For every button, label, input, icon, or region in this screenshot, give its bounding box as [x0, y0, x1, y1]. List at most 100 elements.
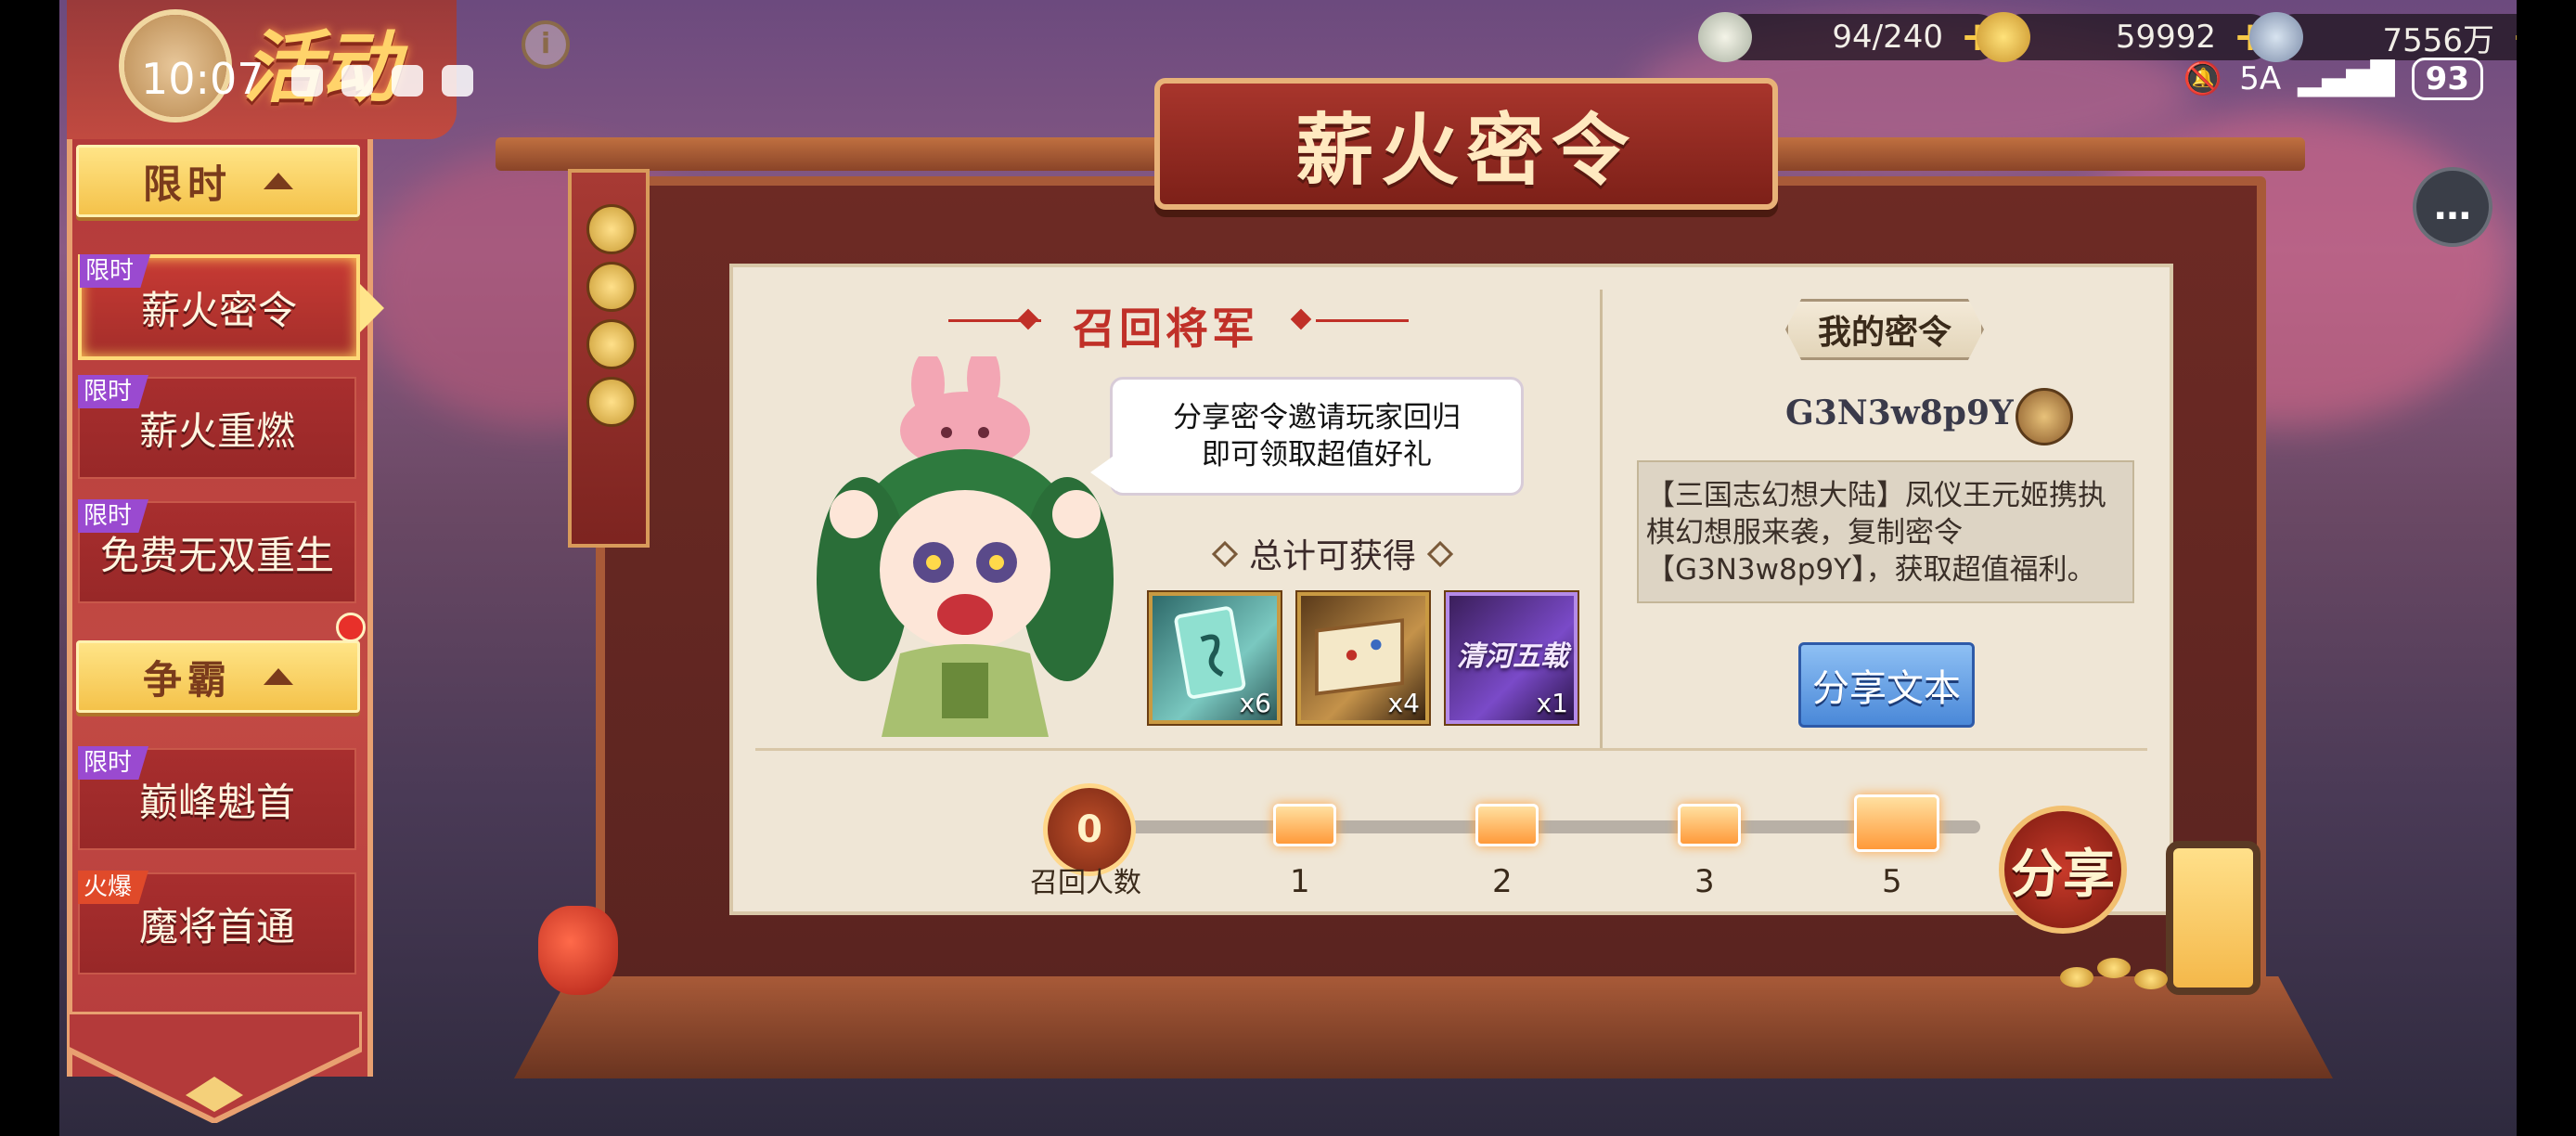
bubble-tail	[1090, 454, 1116, 491]
my-code-title: 我的密令	[1785, 299, 1984, 360]
group-header-contest[interactable]: 争霸	[76, 640, 360, 713]
total-label-text: 总计可获得	[1249, 537, 1417, 575]
skin-badge-label: 清河五载	[1457, 640, 1568, 673]
group-header-limited[interactable]: 限时	[76, 145, 360, 217]
mute-icon: 🔕	[2183, 60, 2223, 97]
title-ornament	[1017, 308, 1039, 330]
coins-decoration	[2060, 956, 2171, 993]
hot-tag: 火爆	[78, 871, 149, 904]
recall-title: 召回将军	[1073, 303, 1258, 354]
status-notification-icons	[291, 65, 473, 97]
gold-ingot-icon	[1977, 12, 2030, 62]
info-icon[interactable]: i	[522, 20, 570, 69]
chat-icon[interactable]: …	[2413, 167, 2492, 247]
sidebar-item-label: 巅峰魁首	[138, 779, 295, 825]
gold-value: 59992	[2115, 19, 2216, 56]
limited-tag: 限时	[78, 499, 149, 533]
diamond-ornament-icon	[1426, 540, 1454, 568]
milestone-number: 3	[1694, 863, 1715, 900]
activity-sidebar: 活动 i 限时 限时 薪火密令 限时 薪火重燃 限时 免费无双重生 争霸 限时 …	[67, 0, 570, 1136]
reward-item-skin-badge[interactable]: 清河五载 x1	[1446, 592, 1578, 724]
reward-count: x1	[1536, 688, 1568, 718]
milestone-number: 1	[1290, 863, 1310, 900]
sidebar-item-xinhuo-miling[interactable]: 限时 薪火密令	[78, 254, 384, 360]
panel-divider	[755, 748, 2147, 751]
bubble-line-1: 分享密令邀请玩家回归	[1173, 401, 1461, 434]
sidebar-item-label: 魔将首通	[138, 903, 295, 949]
app-notification-icon	[442, 65, 473, 97]
limited-tag: 限时	[80, 254, 151, 288]
chest-icon	[1854, 794, 1939, 852]
limited-tag: 限时	[78, 746, 149, 780]
currency-copper[interactable]: 7556万 +	[2249, 11, 2517, 63]
limited-tag: 限时	[78, 375, 149, 408]
title-ornament	[1316, 319, 1409, 322]
reward-count: x4	[1387, 688, 1420, 718]
milestone-chest-3[interactable]	[1678, 794, 1741, 850]
coin-icon	[586, 319, 637, 369]
title-ornament	[1290, 308, 1312, 330]
reward-count: x6	[1239, 688, 1271, 718]
reward-item-jade-card[interactable]: x6	[1149, 592, 1281, 724]
stamina-value: 94/240	[1832, 19, 1943, 56]
sidebar-item-peak-champion[interactable]: 限时 巅峰魁首	[78, 746, 356, 850]
share-text-box: 【三国志幻想大陆】凤仪王元姬携执棋幻想服来袭，复制密令【G3N3w8p9Y】，获…	[1637, 460, 2134, 603]
milestone-chest-5[interactable]	[1854, 794, 1939, 852]
milestone-number: 5	[1882, 863, 1902, 900]
sidebar-title: 活动	[243, 6, 399, 118]
share-button[interactable]: 分享	[1999, 806, 2127, 934]
group-label: 争霸	[142, 656, 232, 703]
status-right-icons: 🔕 5A ▂▄▆█ 93	[2183, 58, 2483, 100]
milestone-chest-1[interactable]	[1273, 794, 1336, 850]
signal-icon: ▂▄▆█	[2298, 60, 2395, 97]
panel-divider	[1600, 290, 1603, 750]
coin-icon	[586, 204, 637, 254]
diamond-ornament-icon	[1211, 540, 1239, 568]
recall-progress-track	[1099, 820, 1980, 833]
board-title: 薪火密令	[1294, 103, 1637, 196]
copper-coin-icon	[2249, 12, 2303, 62]
milestone-chest-2[interactable]	[1475, 794, 1539, 850]
secret-code: G3N3w8p9Y	[1785, 394, 2014, 432]
coin-icon	[586, 377, 637, 427]
coin-icon	[586, 262, 637, 312]
game-screen: 94/240 + 59992 + 7556万 + 活动 i 限时 限时	[59, 0, 2517, 1136]
sidebar-item-label: 薪火重燃	[138, 407, 295, 454]
sidebar-item-xinhuo-chongran[interactable]: 限时 薪火重燃	[78, 375, 356, 479]
add-copper-icon[interactable]: +	[2511, 17, 2517, 58]
notification-dot	[336, 613, 366, 642]
speech-bubble: 分享密令邀请玩家回归 即可领取超值好礼	[1090, 377, 1524, 496]
network-label: 5A	[2239, 60, 2282, 97]
bubble-line-2: 即可领取超值好礼	[1202, 438, 1432, 471]
share-text-button[interactable]: 分享文本	[1798, 642, 1975, 728]
group-label: 限时	[142, 161, 232, 207]
sidebar-item-free-rebirth[interactable]: 限时 免费无双重生	[78, 499, 356, 603]
stamina-icon	[1698, 12, 1752, 62]
lantern-decoration	[2166, 841, 2260, 995]
chest-icon	[1678, 804, 1741, 846]
total-rewards-label: 总计可获得	[1201, 529, 1464, 577]
status-time: 10:07	[141, 54, 264, 104]
currency-gold[interactable]: 59992 +	[1977, 11, 2273, 63]
currency-stamina[interactable]: 94/240 +	[1698, 11, 2001, 63]
reward-item-scroll-map[interactable]: x4	[1297, 592, 1429, 724]
milestone-number: 2	[1492, 863, 1513, 900]
hanging-scroll	[568, 169, 650, 548]
chevron-up-icon	[264, 668, 293, 685]
active-arrow-icon	[360, 284, 384, 332]
board-title-banner: 薪火密令	[1154, 78, 1778, 210]
sidebar-bottom-ornament	[67, 1012, 362, 1123]
app-notification-icon	[341, 65, 373, 97]
recall-panel: 召回将军 分享密令邀请玩家回归 即可领取超值好礼 总计可获得 x6 x4 清河五…	[729, 264, 2173, 915]
chest-icon	[1273, 804, 1336, 846]
copy-code-button[interactable]	[2016, 388, 2073, 445]
chibi-character-illustration	[817, 356, 1114, 737]
app-notification-icon	[392, 65, 423, 97]
lucky-bag-decoration	[538, 906, 618, 995]
copper-value: 7556万	[2382, 21, 2494, 59]
recall-count-label: 召回人数	[1030, 867, 1141, 899]
app-notification-icon	[291, 65, 323, 97]
chest-icon	[1475, 804, 1539, 846]
chevron-up-icon	[264, 173, 293, 189]
sidebar-item-demon-first-clear[interactable]: 火爆 魔将首通	[78, 871, 356, 975]
